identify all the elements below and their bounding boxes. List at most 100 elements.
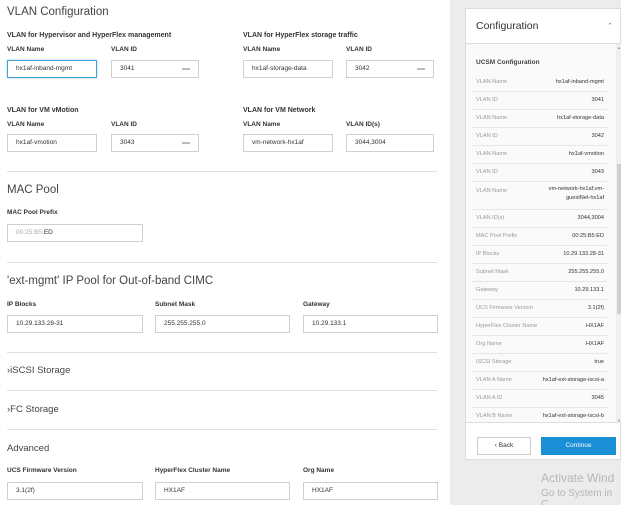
summary-key: VLAN Name bbox=[476, 188, 508, 194]
vmotion-vlan-id-value: 3043 bbox=[120, 139, 135, 146]
advanced-section-title: Advanced bbox=[7, 443, 50, 454]
summary-key: VLAN Name bbox=[476, 151, 508, 157]
summary-value: 3045 bbox=[591, 395, 604, 401]
gateway-value: 10.29.133.1 bbox=[312, 320, 347, 327]
summary-row: Org Name HX1AF bbox=[472, 336, 607, 354]
vmotion-vlan-id-label: VLAN ID bbox=[111, 121, 137, 128]
summary-value: HX1AF bbox=[585, 323, 604, 329]
summary-row: Subnet Mask 255.255.255.0 bbox=[472, 264, 607, 282]
ip-blocks-label: IP Blocks bbox=[7, 301, 37, 308]
summary-key: Subnet Mask bbox=[476, 269, 509, 275]
summary-row: UCS Firmware Version 3.1(2f) bbox=[472, 300, 607, 318]
iscsi-storage-title: iSCSI Storage bbox=[10, 365, 71, 376]
org-name-input[interactable]: HX1AF bbox=[303, 482, 438, 500]
summary-value: HX1AF bbox=[585, 341, 604, 347]
storage-vlan-name-input[interactable]: hx1af-storage-data bbox=[243, 60, 333, 78]
org-name-label: Org Name bbox=[303, 467, 335, 474]
fc-storage-title: FC Storage bbox=[10, 404, 59, 415]
org-name-value: HX1AF bbox=[312, 487, 333, 494]
hv-vlan-group-title: VLAN for Hypervisor and HyperFlex manage… bbox=[7, 32, 172, 39]
vlan-section-title: VLAN Configuration bbox=[7, 6, 109, 18]
hv-vlan-id-value: 3041 bbox=[120, 65, 135, 72]
fw-version-label: UCS Firmware Version bbox=[7, 467, 77, 474]
vmotion-vlan-name-value: hx1af-vmotion bbox=[16, 139, 57, 146]
pin-icon[interactable]: ⌃ bbox=[607, 22, 613, 30]
mac-prefix-input[interactable]: 00:25:B5:ED bbox=[7, 224, 143, 242]
fc-storage-toggle[interactable]: ›FC Storage bbox=[7, 404, 59, 415]
ip-blocks-input[interactable]: 10.29.133.28-31 bbox=[7, 315, 143, 333]
summary-value: 00:25:B5:ED bbox=[572, 233, 604, 239]
summary-row: VLAN ID 3041 bbox=[472, 92, 607, 110]
iscsi-storage-toggle[interactable]: ›iSCSI Storage bbox=[7, 365, 70, 376]
summary-row: IP Blocks 10.29.133.28-31 bbox=[472, 246, 607, 264]
hv-vlan-name-input[interactable]: hx1af-inband-mgmt bbox=[7, 60, 97, 78]
vmnet-vlan-ids-input[interactable]: 3044,3004 bbox=[346, 134, 434, 152]
summary-row: VLAN ID 3042 bbox=[472, 128, 607, 146]
summary-key: VLAN ID bbox=[476, 133, 498, 139]
summary-row: iSCSI Storage true bbox=[472, 354, 607, 372]
storage-vlan-id-value: 3042 bbox=[355, 65, 370, 72]
summary-value: 3042 bbox=[591, 133, 604, 139]
summary-key: VLAN B Name bbox=[476, 413, 513, 419]
summary-list[interactable]: UCSM Configuration ▲ ▼ VLAN Name hx1af-in… bbox=[466, 43, 621, 423]
fw-version-input[interactable]: 3.1(2f) bbox=[7, 482, 143, 500]
summary-key: UCS Firmware Version bbox=[476, 305, 533, 311]
summary-value: 3043 bbox=[591, 169, 604, 175]
vmotion-vlan-group-title: VLAN for VM vMotion bbox=[7, 107, 79, 114]
summary-value: vm-network-hx1af,vm-guestNet-hx1af bbox=[548, 186, 604, 201]
summary-row: VLAN Name hx1af-vmotion bbox=[472, 146, 607, 164]
cluster-name-input[interactable]: HX1AF bbox=[155, 482, 290, 500]
summary-subtitle: UCSM Configuration bbox=[476, 59, 540, 66]
cluster-name-label: HyperFlex Cluster Name bbox=[155, 467, 231, 474]
summary-row: VLAN B Name hx1af-ext-storage-iscsi-b bbox=[472, 408, 607, 422]
summary-row: MAC Pool Prefix 00:25:B5:ED bbox=[472, 228, 607, 246]
summary-value: hx1af-ext-storage-iscsi-a bbox=[542, 377, 604, 383]
panel-title: Configuration bbox=[476, 20, 539, 32]
vmotion-vlan-id-input[interactable]: 3043 bbox=[111, 134, 199, 152]
summary-key: VLAN A Name bbox=[476, 377, 512, 383]
ip-blocks-value: 10.29.133.28-31 bbox=[16, 320, 64, 327]
spinner-icon[interactable] bbox=[182, 68, 190, 70]
back-button[interactable]: ‹ Back bbox=[477, 437, 531, 455]
divider bbox=[7, 352, 437, 353]
watermark-line1: Activate Wind bbox=[541, 471, 615, 485]
summary-key: VLAN Name bbox=[476, 115, 508, 121]
summary-value: 3.1(2f) bbox=[587, 305, 604, 311]
scroll-up-icon[interactable]: ▲ bbox=[617, 45, 621, 50]
continue-button[interactable]: Continue bbox=[541, 437, 616, 455]
hv-vlan-name-label: VLAN Name bbox=[7, 46, 45, 53]
scrollbar-thumb[interactable] bbox=[617, 164, 621, 314]
scroll-down-icon[interactable]: ▼ bbox=[617, 418, 621, 422]
subnet-mask-input[interactable]: 255.255.255.0 bbox=[155, 315, 290, 333]
main-form: VLAN Configuration VLAN for Hypervisor a… bbox=[0, 0, 450, 505]
vmotion-vlan-name-label: VLAN Name bbox=[7, 121, 45, 128]
hv-vlan-id-label: VLAN ID bbox=[111, 46, 137, 53]
mac-prefix-label: MAC Pool Prefix bbox=[7, 209, 58, 216]
summary-key: VLAN A ID bbox=[476, 395, 503, 401]
vmotion-vlan-name-input[interactable]: hx1af-vmotion bbox=[7, 134, 97, 152]
gateway-label: Gateway bbox=[303, 301, 330, 308]
summary-key: iSCSI Storage bbox=[476, 359, 512, 365]
scrollbar[interactable]: ▲ ▼ bbox=[616, 44, 621, 422]
gateway-input[interactable]: 10.29.133.1 bbox=[303, 315, 438, 333]
summary-value: 10.29.133.28-31 bbox=[563, 251, 604, 257]
hv-vlan-id-input[interactable]: 3041 bbox=[111, 60, 199, 78]
summary-value: 3044,3004 bbox=[577, 215, 604, 221]
spinner-icon[interactable] bbox=[417, 68, 425, 70]
cluster-name-value: HX1AF bbox=[164, 487, 185, 494]
vmnet-vlan-name-input[interactable]: vm-network-hx1af bbox=[243, 134, 333, 152]
hv-vlan-name-value: hx1af-inband-mgmt bbox=[16, 65, 72, 72]
summary-key: VLAN ID(s) bbox=[476, 215, 505, 221]
storage-vlan-id-input[interactable]: 3042 bbox=[346, 60, 434, 78]
summary-key: Gateway bbox=[476, 287, 499, 293]
summary-value: true bbox=[594, 359, 604, 365]
mac-prefix-static: 00:25:B5: bbox=[16, 229, 44, 236]
summary-key: VLAN ID bbox=[476, 97, 498, 103]
summary-value: hx1af-vmotion bbox=[568, 151, 604, 157]
summary-row: VLAN ID 3043 bbox=[472, 164, 607, 182]
configuration-panel: Configuration ⌃ UCSM Configuration ▲ ▼ V… bbox=[465, 8, 621, 460]
summary-key: VLAN ID bbox=[476, 169, 498, 175]
continue-label: Continue bbox=[565, 442, 592, 449]
mac-prefix-value: ED bbox=[43, 229, 53, 236]
spinner-icon[interactable] bbox=[182, 142, 190, 144]
